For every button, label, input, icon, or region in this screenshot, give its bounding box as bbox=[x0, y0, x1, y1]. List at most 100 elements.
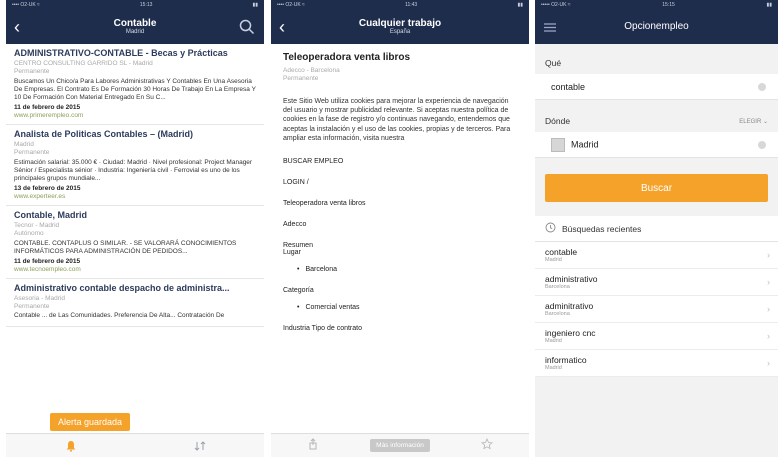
recent-search-text: adminitrativo Barcelona bbox=[545, 301, 593, 317]
job-description: Estimación salarial: 35.000 € · Ciudad: … bbox=[14, 158, 253, 182]
detail-line: Teleoperadora venta libros bbox=[283, 199, 366, 207]
job-company: Madrid bbox=[14, 140, 34, 148]
recent-search-text: contable Madrid bbox=[545, 247, 577, 263]
recent-query: informatico bbox=[545, 355, 587, 365]
star-icon[interactable] bbox=[481, 437, 493, 455]
elegir-dropdown[interactable]: ELEGIR ⌄ bbox=[739, 118, 768, 125]
menu-icon[interactable] bbox=[543, 18, 561, 36]
nav-title: Contable Madrid bbox=[113, 17, 157, 36]
job-type: Permanente bbox=[283, 74, 319, 82]
nav-bar: ‹ Contable Madrid bbox=[6, 10, 264, 44]
cookie-notice: Este Sitio Web utiliza cookies para mejo… bbox=[283, 97, 511, 143]
phone-screen-results: •••• O2-UK ≈ 15:13 ▮▮ ‹ Contable Madrid … bbox=[6, 0, 264, 457]
carrier-text: ••••• O2-UK ≈ bbox=[541, 2, 571, 8]
recent-search-text: administrativo Barcelona bbox=[545, 274, 597, 290]
search-button[interactable]: Buscar bbox=[545, 174, 768, 202]
categoria-value: Comercial ventas bbox=[283, 304, 517, 311]
nav-bar: ‹ Cualquier trabajo España bbox=[271, 10, 529, 44]
job-list-item[interactable]: Contable, Madrid Tecnor - Madrid Autónom… bbox=[6, 206, 264, 279]
job-title: ADMINISTRATIVO-CONTABLE - Becas y Prácti… bbox=[14, 48, 228, 58]
bell-icon[interactable] bbox=[64, 439, 78, 453]
detail-line[interactable]: LOGIN / bbox=[283, 179, 517, 186]
recent-searches-header: Búsquedas recientes bbox=[535, 216, 778, 242]
clear-icon[interactable] bbox=[758, 140, 766, 149]
recent-location: Madrid bbox=[545, 257, 562, 263]
job-title: Contable, Madrid bbox=[14, 209, 88, 220]
recent-location: Barcelona bbox=[545, 311, 570, 317]
carrier-text: •••• O2-UK ≈ bbox=[277, 2, 305, 8]
recent-query: administrativo bbox=[545, 274, 598, 284]
job-company: Adecco - Barcelona bbox=[283, 67, 340, 74]
donde-input-value: Madrid bbox=[571, 138, 599, 149]
categoria-label: Categoría bbox=[283, 286, 314, 294]
lugar-label: Lugar bbox=[283, 248, 301, 256]
recent-query: contable bbox=[545, 247, 578, 257]
sort-icon[interactable] bbox=[193, 439, 207, 453]
search-form: Qué contable Dónde ELEGIR ⌄ Madrid Busca… bbox=[535, 44, 778, 377]
resumen-label: Resumen bbox=[283, 241, 313, 249]
job-company: Asesoria - Madrid bbox=[14, 294, 65, 302]
lugar-value: Barcelona bbox=[283, 266, 517, 273]
chevron-right-icon: › bbox=[767, 277, 770, 287]
status-bar: •••• O2-UK ≈ 11:43 ▮▮ bbox=[271, 0, 529, 10]
job-list-item[interactable]: Analista de Politicas Contables – (Madri… bbox=[6, 125, 264, 206]
chevron-down-icon: ⌄ bbox=[762, 118, 768, 125]
recent-searches-label: Búsquedas recientes bbox=[562, 223, 642, 234]
recent-search-item[interactable]: ingeniero cnc Madrid › bbox=[535, 323, 778, 350]
carrier-text: •••• O2-UK ≈ bbox=[12, 2, 40, 8]
job-title: Administrativo contable despacho de admi… bbox=[14, 282, 230, 293]
donde-input[interactable]: Madrid bbox=[535, 132, 778, 158]
job-detail: Teleoperadora venta libros Adecco - Barc… bbox=[271, 44, 529, 340]
que-input-value: contable bbox=[551, 81, 586, 92]
chevron-right-icon: › bbox=[767, 304, 770, 314]
tab-bar bbox=[6, 433, 264, 457]
tipo-label: Industria Tipo de contrato bbox=[283, 324, 362, 332]
nav-title: Cualquier trabajo España bbox=[358, 17, 442, 36]
detail-line: Adecco bbox=[283, 220, 307, 228]
job-description: CONTABLE. CONTAPLUS O SIMILAR. - SE VALO… bbox=[14, 239, 237, 255]
recent-search-item[interactable]: contable Madrid › bbox=[535, 242, 778, 269]
chevron-right-icon: › bbox=[767, 250, 770, 260]
status-bar: •••• O2-UK ≈ 15:13 ▮▮ bbox=[6, 0, 264, 10]
nav-title-text: Contable bbox=[113, 17, 157, 29]
detail-toolbar: Más información bbox=[271, 433, 529, 457]
recent-location: Madrid bbox=[545, 365, 562, 371]
job-date: 11 de febrero de 2015 bbox=[14, 103, 81, 111]
nav-title-text: Cualquier trabajo bbox=[358, 17, 442, 29]
more-info-button[interactable]: Más información bbox=[370, 439, 430, 452]
chevron-right-icon: › bbox=[767, 331, 770, 341]
recent-query: ingeniero cnc bbox=[545, 328, 596, 338]
recent-search-text: informatico Madrid bbox=[545, 355, 587, 371]
job-list-item[interactable]: Administrativo contable despacho de admi… bbox=[6, 279, 264, 327]
phone-screen-detail: •••• O2-UK ≈ 11:43 ▮▮ ‹ Cualquier trabaj… bbox=[271, 0, 529, 457]
job-source: www.tecnoempleo.com bbox=[14, 265, 81, 273]
time-text: 11:43 bbox=[405, 2, 418, 8]
phone-screen-search: ••••• O2-UK ≈ 15:15 ▮▮ Opcionempleo Qué … bbox=[535, 0, 778, 457]
battery-icon: ▮▮ bbox=[517, 2, 523, 8]
detail-line[interactable]: BUSCAR EMPLEO bbox=[283, 158, 517, 165]
battery-icon: ▮▮ bbox=[766, 2, 772, 8]
job-list-item[interactable]: ADMINISTRATIVO-CONTABLE - Becas y Prácti… bbox=[6, 44, 264, 125]
donde-label: Dónde bbox=[545, 116, 571, 126]
recent-search-item[interactable]: administrativo Barcelona › bbox=[535, 269, 778, 296]
que-input[interactable]: contable bbox=[535, 74, 778, 100]
job-title: Analista de Politicas Contables – (Madri… bbox=[14, 128, 194, 139]
clear-icon[interactable] bbox=[758, 82, 766, 91]
job-source: www.experteer.es bbox=[14, 192, 66, 200]
job-type: Permanente bbox=[14, 148, 50, 156]
alert-saved-toast: Alerta guardada bbox=[50, 413, 131, 431]
time-text: 15:15 bbox=[662, 2, 675, 8]
back-arrow-icon[interactable]: ‹ bbox=[14, 18, 32, 36]
chevron-right-icon: › bbox=[767, 358, 770, 368]
recent-search-text: ingeniero cnc Madrid bbox=[545, 328, 596, 344]
back-arrow-icon[interactable]: ‹ bbox=[279, 18, 297, 36]
share-icon[interactable] bbox=[307, 437, 319, 455]
search-icon[interactable] bbox=[238, 18, 256, 36]
job-type: Autónomo bbox=[14, 229, 44, 237]
nav-subtitle-text: España bbox=[389, 29, 411, 36]
recent-search-item[interactable]: adminitrativo Barcelona › bbox=[535, 296, 778, 323]
elegir-label: ELEGIR bbox=[739, 118, 762, 125]
recent-search-item[interactable]: informatico Madrid › bbox=[535, 350, 778, 377]
job-company: Tecnor - Madrid bbox=[14, 221, 60, 229]
nav-title: Opcionempleo bbox=[624, 21, 688, 33]
